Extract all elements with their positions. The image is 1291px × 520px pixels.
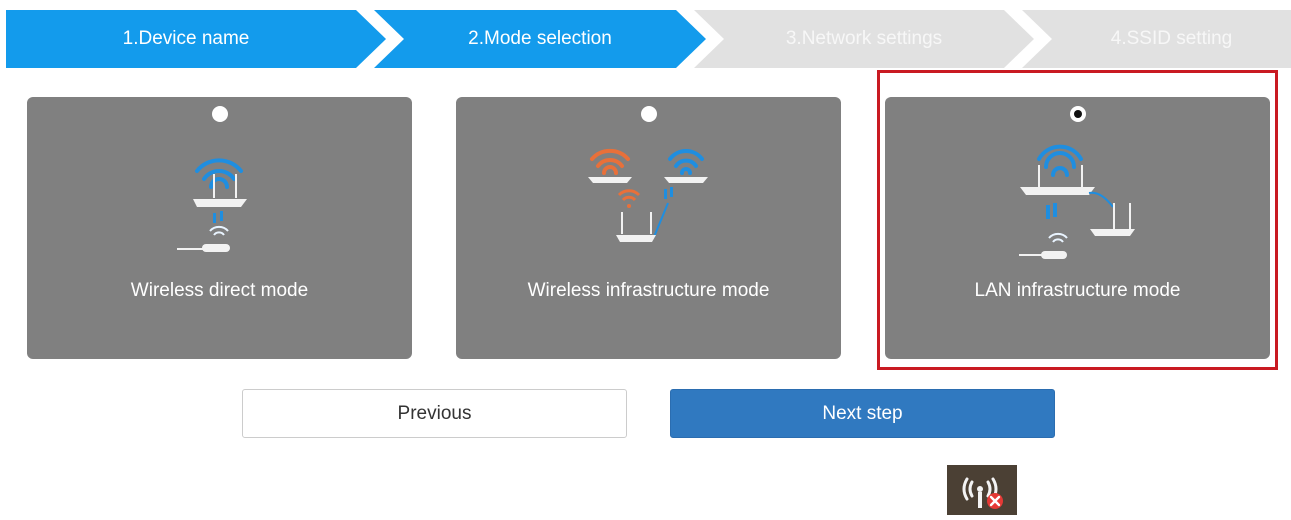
mode-radio-wireless-infrastructure[interactable] [640,106,657,122]
lan-router-icon [1019,144,1135,259]
mode-label: Wireless infrastructure mode [527,280,770,301]
mode-card-wireless-direct[interactable]: Wireless direct mode [27,97,412,359]
mode-card-lan-infrastructure[interactable]: LAN infrastructure mode [885,97,1270,359]
mode-card-wireless-infrastructure[interactable]: Wireless infrastructure mode [456,97,841,359]
step-ssid-setting: 4.SSID setting [1022,10,1291,68]
step-mode-selection: 2.Mode selection [374,10,706,68]
step-network-settings: 3.Network settings [694,10,1034,68]
mode-radio-wireless-direct[interactable] [211,106,228,122]
wizard-progress: 1.Device name 2.Mode selection 3.Network… [6,10,1291,68]
step-device-name: 1.Device name [6,10,386,68]
router-dongle-icon [177,158,247,252]
mode-label: LAN infrastructure mode [974,280,1181,301]
wireless-disconnected-icon [947,465,1017,515]
router-bridge-icon [588,148,708,242]
previous-button[interactable]: Previous [242,389,627,438]
mode-label: Wireless direct mode [130,280,309,301]
mode-radio-lan-infrastructure[interactable] [1069,106,1086,122]
next-step-button[interactable]: Next step [670,389,1055,438]
